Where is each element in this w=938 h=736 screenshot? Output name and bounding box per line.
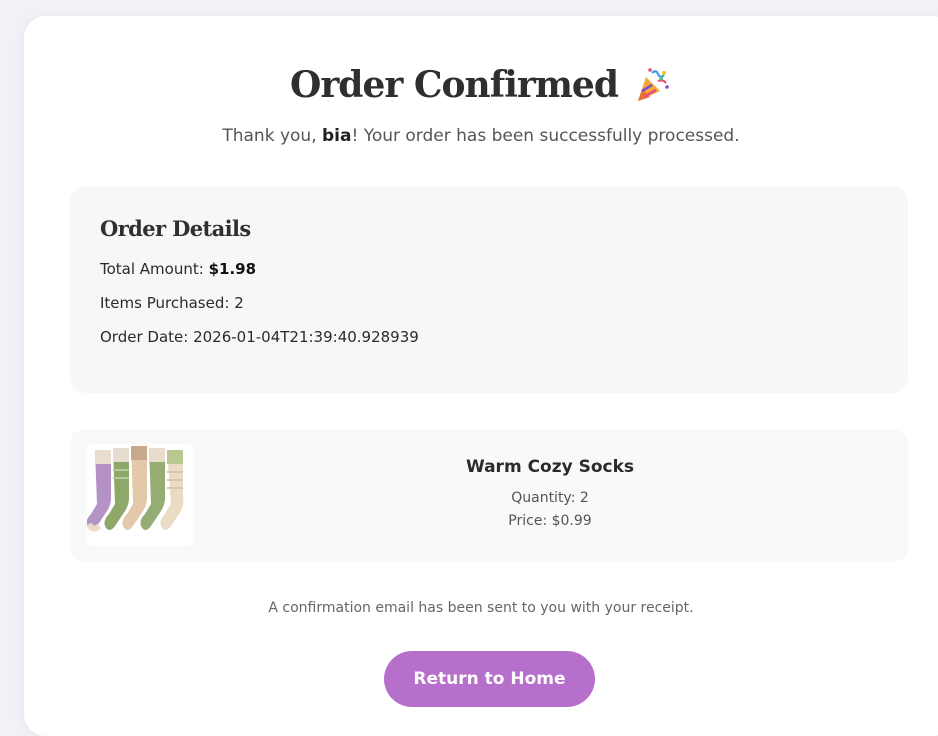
party-popper-icon xyxy=(632,65,672,105)
order-date-line: Order Date: 2026-01-04T21:39:40.928939 xyxy=(100,327,878,361)
thank-you-message: Thank you, bia! Your order has been succ… xyxy=(24,126,938,146)
items-purchased-value: 2 xyxy=(234,294,244,312)
socks-product-image xyxy=(86,444,193,546)
confirmation-email-note: A confirmation email has been sent to yo… xyxy=(268,600,694,616)
thank-you-prefix: Thank you, xyxy=(222,126,323,146)
total-amount-label: Total Amount: xyxy=(100,260,209,278)
item-quantity: Quantity: 2 xyxy=(511,490,589,506)
order-date-label: Order Date: xyxy=(100,328,194,346)
items-purchased-line: Items Purchased: 2 xyxy=(100,293,878,327)
total-amount-value: $1.98 xyxy=(208,260,257,278)
return-home-button[interactable]: Return to Home xyxy=(384,651,595,707)
order-item-card: Warm Cozy Socks Quantity: 2 Price: $0.99 xyxy=(70,429,908,562)
order-details-panel: Order Details Total Amount: $1.98 Items … xyxy=(70,186,908,393)
item-price: Price: $0.99 xyxy=(508,513,592,529)
order-details-heading: Order Details xyxy=(100,216,251,241)
page-title: Order Confirmed xyxy=(289,64,619,106)
thank-you-suffix: ! Your order has been successfully proce… xyxy=(351,126,740,146)
title-row: Order Confirmed xyxy=(24,64,938,106)
total-amount-line: Total Amount: $1.98 xyxy=(100,259,878,293)
item-info: Warm Cozy Socks Quantity: 2 Price: $0.99 xyxy=(210,457,890,533)
item-name: Warm Cozy Socks xyxy=(465,457,635,477)
customer-name: bia xyxy=(322,126,352,146)
order-date-value: 2026-01-04T21:39:40.928939 xyxy=(193,328,419,346)
items-purchased-label: Items Purchased: xyxy=(100,294,235,312)
